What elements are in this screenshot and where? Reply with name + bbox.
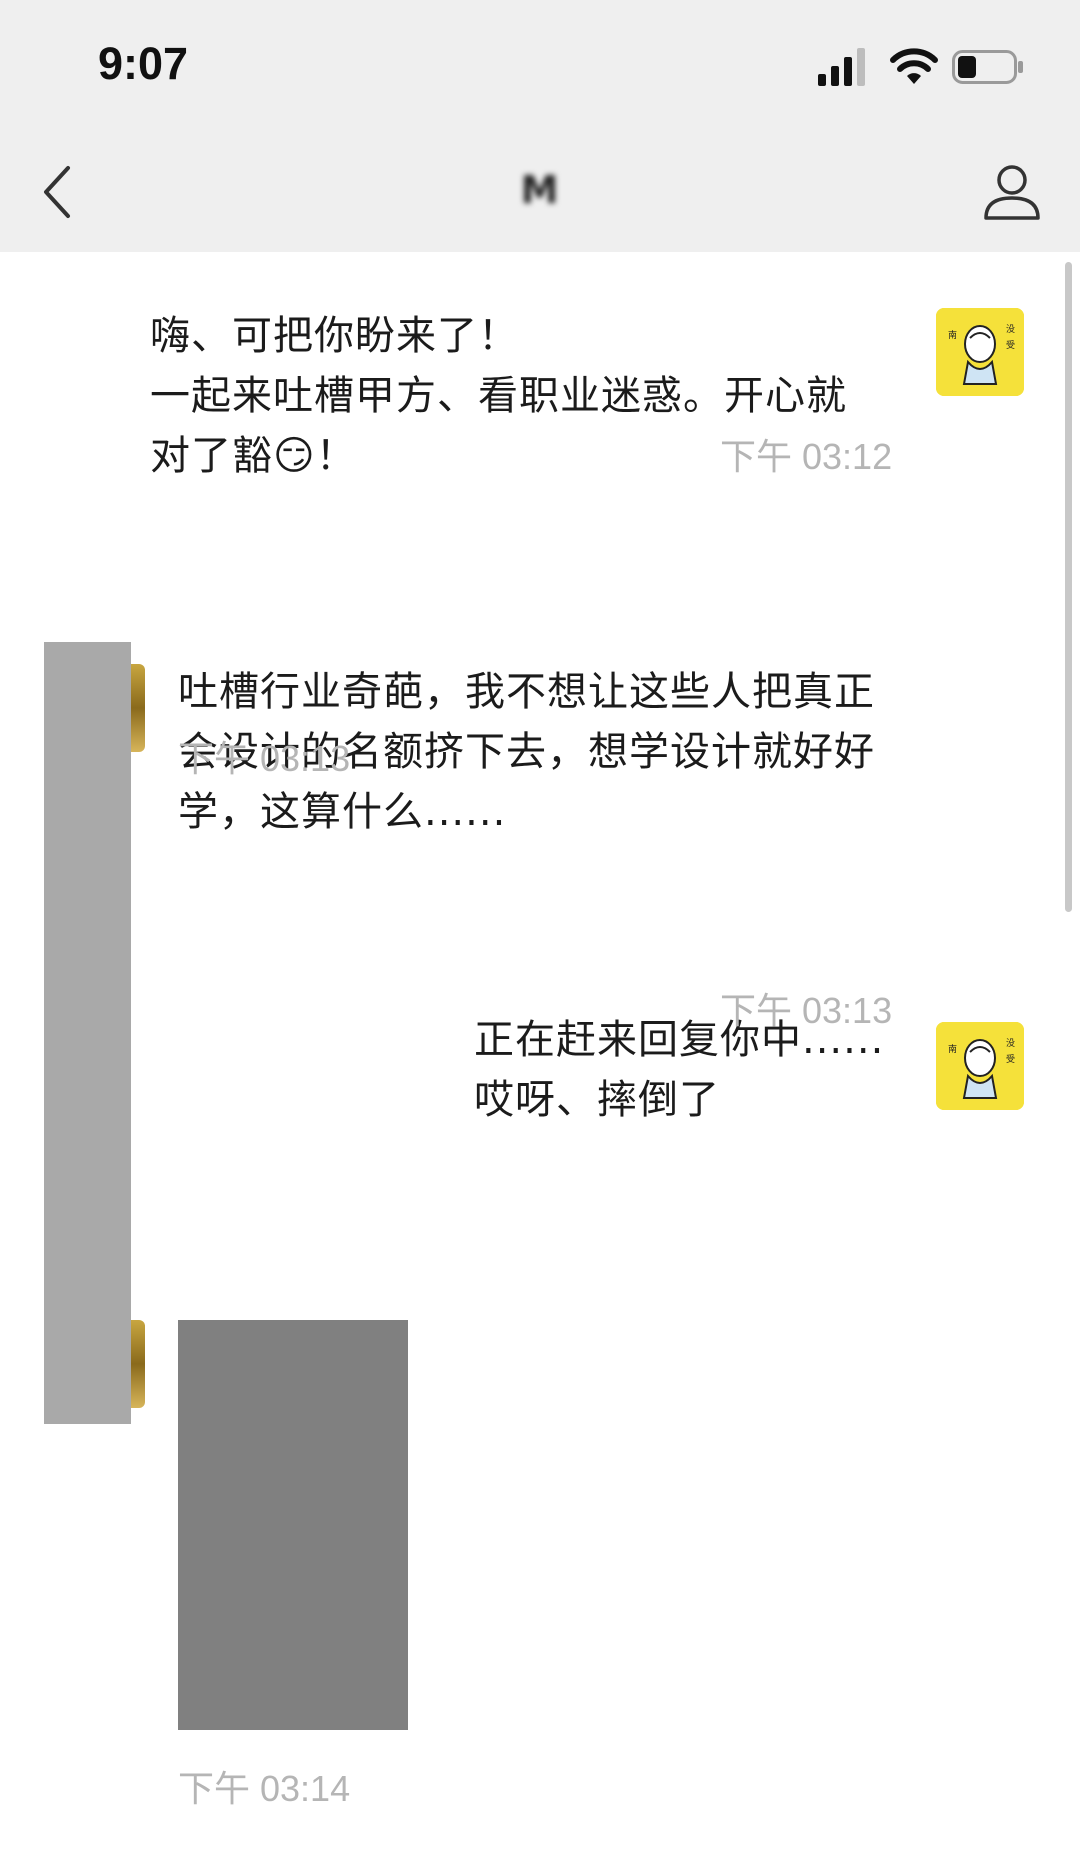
chat-title: M [520,168,560,212]
message-line: 一起来吐槽甲方、看职业迷惑。开心就 [150,373,847,419]
svg-text:没: 没 [1006,1038,1015,1049]
avatar-illustration: 南 没 受 [936,1022,1024,1110]
avatar-illustration: 南 没 受 [936,308,1024,396]
message-line: 嗨、可把你盼来了！ [150,313,519,359]
message-line: 吐槽行业奇葩，我不想让这些人把真正 [178,669,875,715]
svg-text:南: 南 [948,1043,957,1055]
avatar[interactable]: 南 没 受 [936,1022,1024,1110]
message-timestamp: 下午 03:12 [720,436,893,477]
chat-screen: 9:07 M 嗨、可把你盼来了！ 一起来吐槽甲方、看职业迷惑。开心就 对了豁😏！… [0,0,1080,1856]
avatar[interactable] [131,1320,145,1408]
status-time: 9:07 [98,38,189,89]
avatar[interactable]: 南 没 受 [936,308,1024,396]
nav-bar: M [0,132,1080,252]
svg-text:没: 没 [1006,324,1015,335]
svg-text:受: 受 [1006,1053,1015,1065]
message-line: 哎呀、摔倒了 [474,1077,720,1123]
scrollbar[interactable] [1065,262,1072,912]
status-icons [818,48,1080,88]
message-timestamp: 下午 03:13 [178,738,351,779]
redacted-region [44,642,131,1424]
message-timestamp: 下午 03:13 [720,990,893,1031]
avatar[interactable] [131,664,145,752]
message-timestamp: 下午 03:14 [178,1768,351,1809]
svg-text:受: 受 [1006,339,1015,351]
image-message[interactable] [178,1320,408,1730]
signal-icon [818,48,865,86]
battery-icon [952,50,1023,84]
svg-text:南: 南 [948,329,957,341]
message-list[interactable]: 嗨、可把你盼来了！ 一起来吐槽甲方、看职业迷惑。开心就 对了豁😏！ 下午 03:… [0,252,1080,1856]
status-bar: 9:07 [0,0,1080,132]
wifi-icon [890,48,938,84]
message-line: 学，这算什么...... [178,789,507,835]
profile-icon[interactable] [982,162,1042,222]
